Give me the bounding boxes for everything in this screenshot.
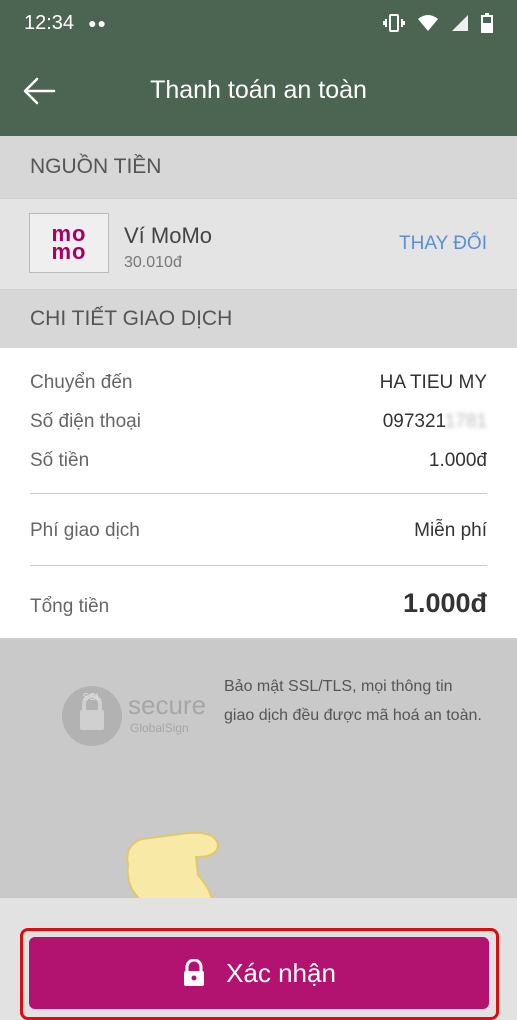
security-section: SSL secure GlobalSign Bảo mật SSL/TLS, m… <box>0 640 517 898</box>
detail-row-phone: Số điện thoại 0973211781 <box>30 411 487 433</box>
fee-label: Phí giao dịch <box>30 520 140 541</box>
logo-text-bottom: mo <box>51 239 87 264</box>
divider <box>30 493 487 494</box>
lock-icon <box>184 959 205 986</box>
badge-globalsign-text: GlobalSign <box>130 721 189 735</box>
status-icons <box>383 13 493 33</box>
voicemail-icon: ●● <box>88 15 107 31</box>
recipient-label: Chuyển đến <box>30 372 133 393</box>
detail-row-recipient: Chuyển đến HA TIEU MY <box>30 372 487 394</box>
battery-icon <box>481 13 493 33</box>
page-title: Thanh toán an toàn <box>150 76 367 104</box>
phone-label: Số điện thoại <box>30 411 141 432</box>
phone-blurred: 1781 <box>444 411 487 432</box>
detail-row-total: Tổng tiền 1.000đ <box>30 588 487 619</box>
confirm-label: Xác nhận <box>226 957 336 988</box>
ssl-secure-badge: SSL secure GlobalSign <box>62 686 206 746</box>
fee-value: Miễn phí <box>414 520 487 541</box>
badge-secure-text: secure <box>128 690 206 720</box>
transaction-details: Chuyển đến HA TIEU MY Số điện thoại 0973… <box>0 348 517 638</box>
details-section-header: CHI TIẾT GIAO DỊCH <box>0 290 517 348</box>
source-section-header: NGUỒN TIỀN <box>0 136 517 198</box>
signal-icon <box>452 15 468 31</box>
recipient-value: HA TIEU MY <box>379 372 487 393</box>
wifi-icon <box>418 15 438 31</box>
status-bar: 12:34 ●● <box>0 0 517 46</box>
badge-ssl-text: SSL <box>83 692 102 703</box>
phone-value: 0973211781 <box>383 411 487 433</box>
detail-row-fee: Phí giao dịch Miễn phí <box>30 520 487 542</box>
momo-logo: mo mo <box>29 213 109 273</box>
change-source-link[interactable]: THAY ĐỔI <box>399 233 487 255</box>
wallet-balance: 30.010đ <box>124 254 182 271</box>
payment-source: mo mo Ví MoMo 30.010đ THAY ĐỔI <box>0 198 517 290</box>
wallet-name: Ví MoMo <box>124 223 213 248</box>
vibrate-icon <box>383 14 405 32</box>
confirm-button[interactable]: Xác nhận <box>29 937 489 1009</box>
amount-label: Số tiền <box>30 450 90 471</box>
total-label: Tổng tiền <box>30 596 110 617</box>
app-bar: Thanh toán an toàn <box>0 46 517 136</box>
divider <box>30 565 487 566</box>
detail-row-amount: Số tiền 1.000đ <box>30 450 487 472</box>
amount-value: 1.000đ <box>428 450 487 471</box>
phone-visible: 097321 <box>382 411 445 432</box>
total-value: 1.000đ <box>402 588 487 618</box>
status-time: 12:34 <box>24 11 75 34</box>
security-note: Bảo mật SSL/TLS, mọi thông tin giao dịch… <box>224 678 482 724</box>
